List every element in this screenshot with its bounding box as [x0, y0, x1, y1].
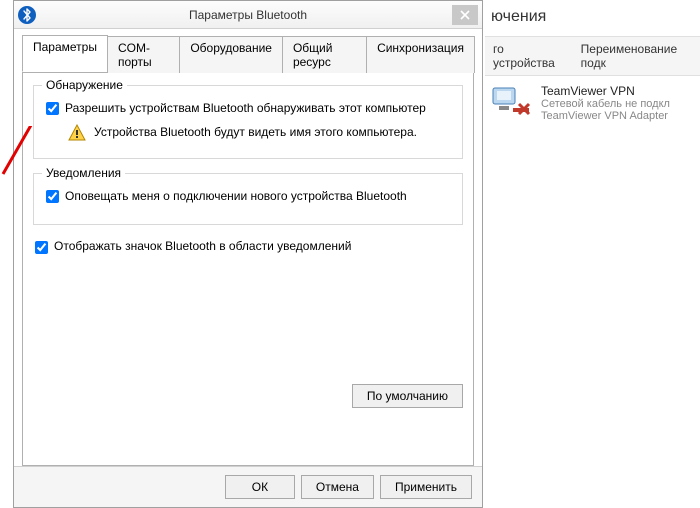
notifications-fieldset: Уведомления Оповещать меня о подключении…: [33, 173, 463, 225]
background-panel: ючения го устройства Переименование подк…: [485, 0, 700, 508]
discovery-legend: Обнаружение: [42, 78, 127, 92]
tab-sync[interactable]: Синхронизация: [366, 36, 475, 73]
adapter-text: TeamViewer VPN Сетевой кабель не подкл T…: [541, 84, 670, 122]
ok-button[interactable]: ОК: [225, 475, 295, 499]
close-button[interactable]: [452, 5, 478, 25]
network-adapter-icon: [491, 84, 533, 118]
warning-text: Устройства Bluetooth будут видеть имя эт…: [94, 124, 417, 140]
tab-hardware[interactable]: Оборудование: [179, 36, 283, 73]
bg-toolbar-item[interactable]: го устройства: [493, 42, 561, 70]
dialog-body: Параметры COM-порты Оборудование Общий р…: [14, 29, 482, 466]
bg-header-text: ючения: [485, 0, 700, 36]
allow-discovery-label[interactable]: Разрешить устройствам Bluetooth обнаружи…: [65, 100, 426, 116]
adapter-title: TeamViewer VPN: [541, 84, 670, 98]
tab-parameters[interactable]: Параметры: [22, 35, 108, 72]
tab-strip: Параметры COM-порты Оборудование Общий р…: [22, 35, 474, 73]
adapter-driver: TeamViewer VPN Adapter: [541, 110, 670, 122]
adapter-status: Сетевой кабель не подкл: [541, 98, 670, 110]
defaults-row: По умолчанию: [33, 384, 463, 408]
notifications-legend: Уведомления: [42, 166, 125, 180]
bluetooth-settings-dialog: Параметры Bluetooth Параметры COM-порты …: [13, 0, 483, 508]
discovery-fieldset: Обнаружение Разрешить устройствам Blueto…: [33, 85, 463, 159]
bluetooth-icon: [18, 6, 36, 24]
bg-toolbar-item[interactable]: Переименование подк: [581, 42, 692, 70]
tray-icon-checkbox[interactable]: [35, 241, 48, 254]
warning-icon: [68, 124, 86, 142]
titlebar: Параметры Bluetooth: [14, 1, 482, 29]
apply-button[interactable]: Применить: [380, 475, 472, 499]
network-adapter-item[interactable]: TeamViewer VPN Сетевой кабель не подкл T…: [485, 76, 700, 130]
discovery-warning: Устройства Bluetooth будут видеть имя эт…: [68, 124, 450, 142]
tray-icon-row: Отображать значок Bluetooth в области ув…: [35, 239, 461, 254]
allow-discovery-row: Разрешить устройствам Bluetooth обнаружи…: [46, 100, 450, 116]
dialog-footer: ОК Отмена Применить: [14, 466, 482, 507]
tab-com-ports[interactable]: COM-порты: [107, 36, 180, 73]
cancel-button[interactable]: Отмена: [301, 475, 374, 499]
tab-sharing[interactable]: Общий ресурс: [282, 36, 367, 73]
bg-toolbar: го устройства Переименование подк: [485, 36, 700, 76]
tray-icon-label[interactable]: Отображать значок Bluetooth в области ув…: [54, 239, 351, 253]
close-icon: [460, 10, 470, 20]
tab-content: Обнаружение Разрешить устройствам Blueto…: [22, 73, 474, 466]
allow-discovery-checkbox[interactable]: [46, 102, 59, 115]
notify-connect-label[interactable]: Оповещать меня о подключении нового устр…: [65, 188, 407, 204]
notify-connect-checkbox[interactable]: [46, 190, 59, 203]
dialog-title: Параметры Bluetooth: [189, 8, 307, 22]
notify-connect-row: Оповещать меня о подключении нового устр…: [46, 188, 450, 204]
defaults-button[interactable]: По умолчанию: [352, 384, 463, 408]
